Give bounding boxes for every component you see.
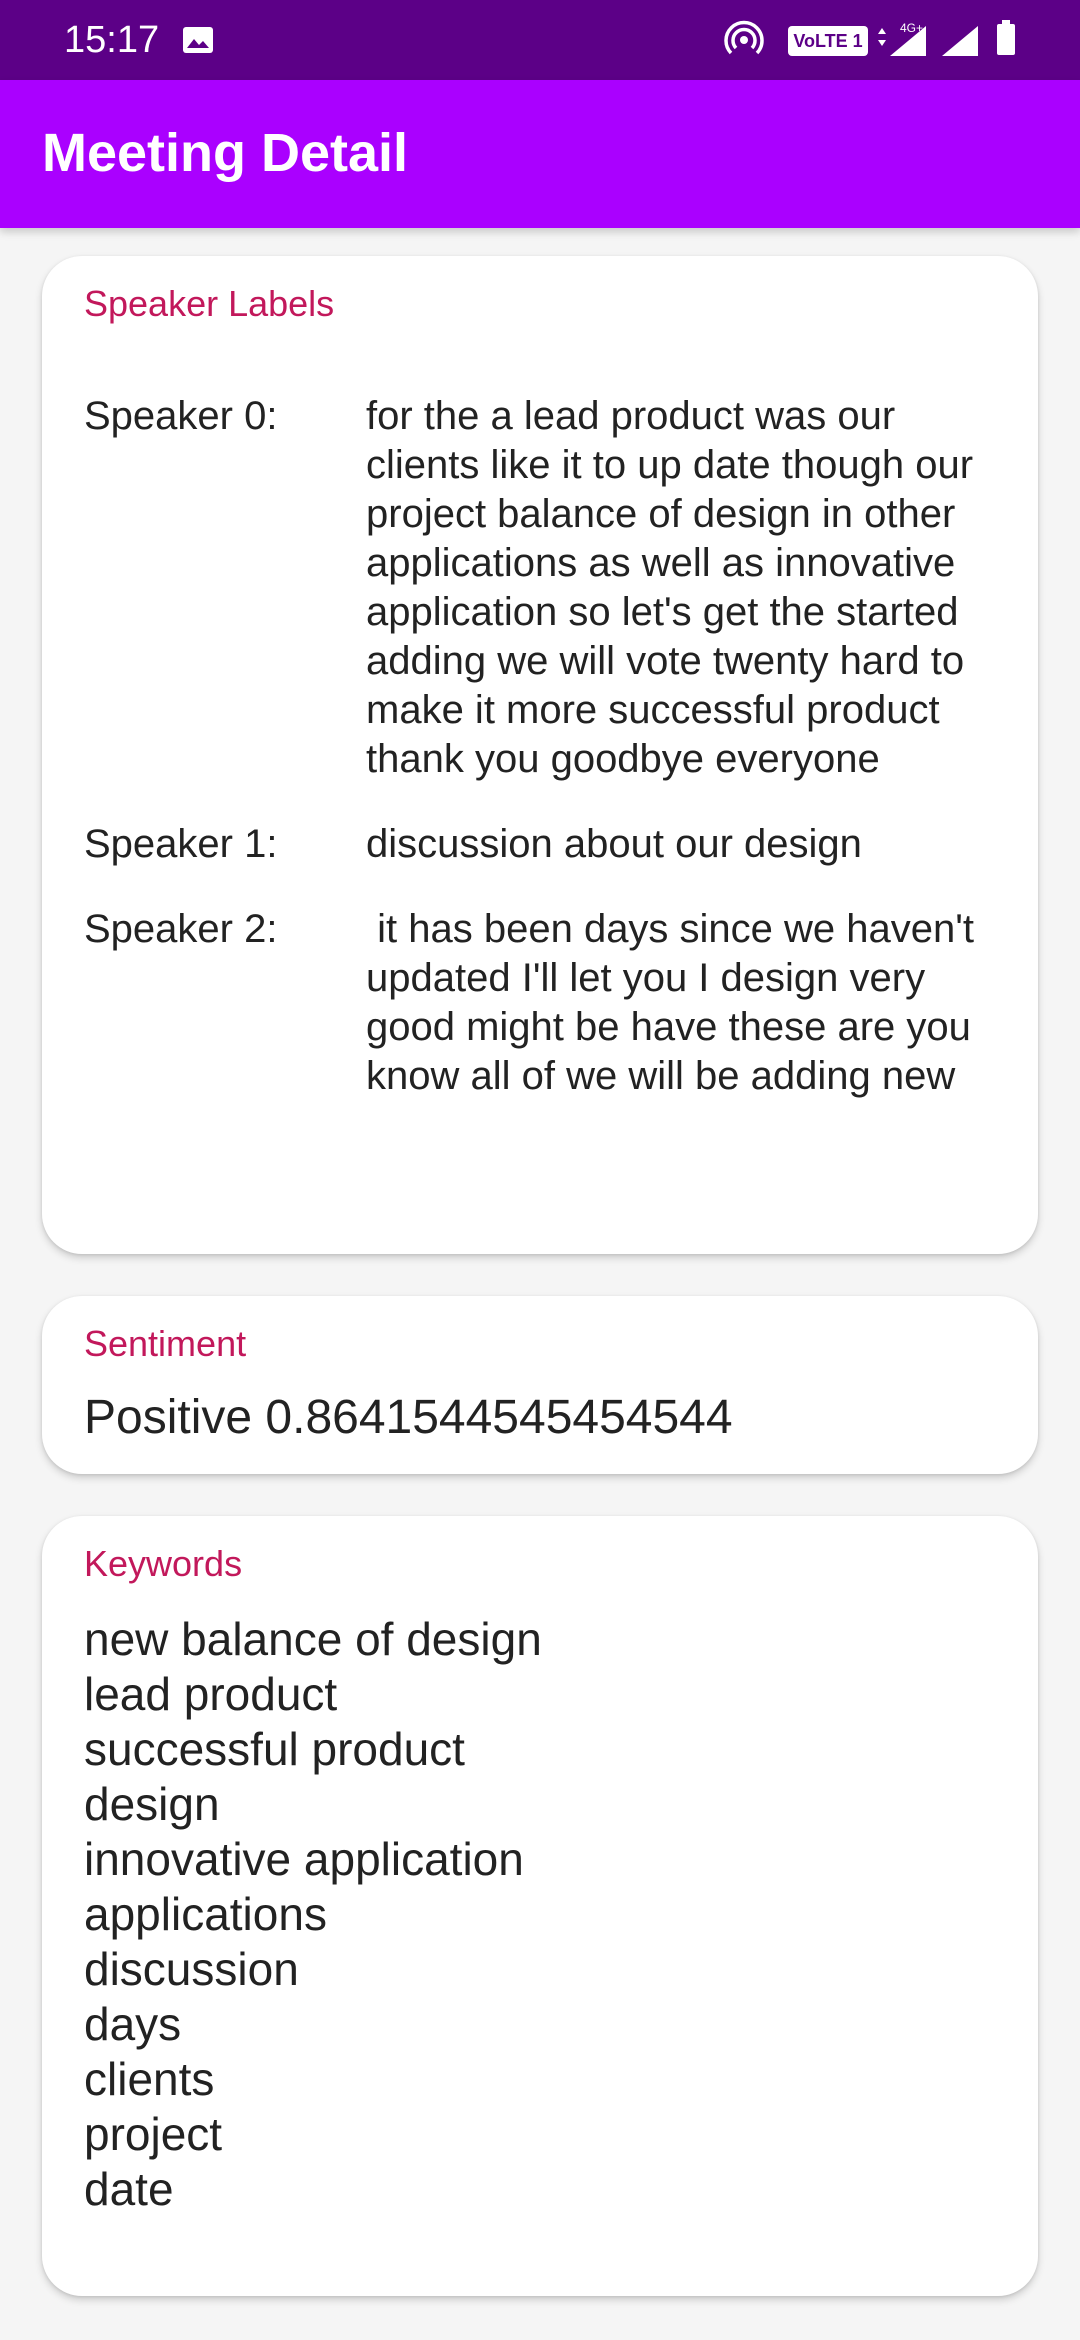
- speaker-list: Speaker 0: for the a lead product was ou…: [84, 392, 1014, 1137]
- keyword-item: project: [84, 2108, 223, 2160]
- speaker-name: Speaker 1:: [84, 822, 278, 866]
- speaker-transcript: discussion about our design: [366, 822, 862, 866]
- app-bar: Meeting Detail: [0, 80, 1080, 228]
- keyword-item: successful product: [84, 1723, 465, 1775]
- keyword-list: new balance of design lead product succe…: [84, 1612, 542, 2217]
- keyword-item: date: [84, 2163, 174, 2215]
- gallery-icon: [183, 27, 213, 53]
- sentiment-card: Sentiment Positive 0.8641544545454544: [42, 1296, 1038, 1474]
- sentiment-heading: Sentiment: [84, 1323, 247, 1364]
- keyword-item: innovative application: [84, 1833, 524, 1885]
- speaker-row: Speaker 2: it has been days since we hav…: [84, 905, 1014, 1101]
- keywords-heading: Keywords: [84, 1543, 243, 1584]
- page-title: Meeting Detail: [42, 123, 409, 183]
- keyword-item: lead product: [84, 1668, 338, 1720]
- speaker-row: Speaker 0: for the a lead product was ou…: [84, 392, 1014, 784]
- keyword-item: applications: [84, 1888, 327, 1940]
- status-time: 15:17: [64, 19, 160, 61]
- speaker-name: Speaker 2:: [84, 907, 278, 951]
- speaker-transcript: it has been days since we haven't update…: [366, 907, 986, 1098]
- signal-icon: [942, 26, 978, 56]
- speaker-row: Speaker 1: discussion about our design: [84, 820, 1014, 869]
- network-label: 4G+: [900, 21, 923, 35]
- keyword-item: new balance of design: [84, 1613, 542, 1665]
- keyword-item: clients: [84, 2053, 215, 2105]
- keywords-card: Keywords new balance of design lead prod…: [42, 1516, 1038, 2296]
- hotspot-icon: [724, 20, 764, 55]
- battery-icon: [997, 20, 1015, 55]
- speaker-name: Speaker 0:: [84, 394, 278, 438]
- network-4g-icon: 4G+: [878, 21, 926, 56]
- keyword-item: design: [84, 1778, 220, 1830]
- sentiment-value: Positive 0.8641544545454544: [84, 1391, 733, 1444]
- keyword-item: days: [84, 1998, 182, 2050]
- speaker-labels-heading: Speaker Labels: [84, 283, 335, 324]
- speaker-labels-card: Speaker Labels Speaker 0: for the a lead…: [42, 256, 1038, 1254]
- status-icons: VoLTE 1 4G+: [680, 0, 1080, 80]
- keyword-item: discussion: [84, 1943, 299, 1995]
- volte-icon: VoLTE 1: [788, 26, 868, 56]
- status-bar: 15:17 VoLTE 1 4G+: [0, 0, 1080, 80]
- speaker-transcript: for the a lead product was our clients l…: [366, 394, 985, 781]
